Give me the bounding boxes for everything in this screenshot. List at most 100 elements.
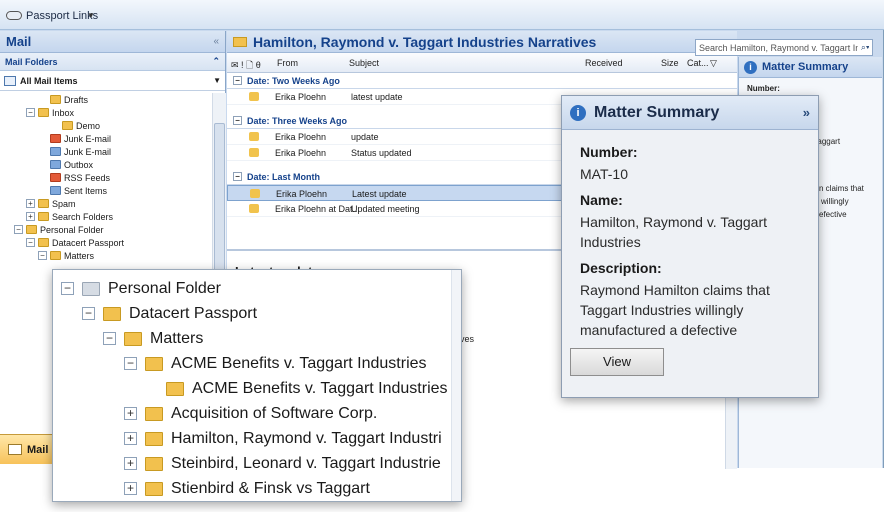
zoomed-folder-label: Steinbird, Leonard v. Taggart Industrie <box>171 454 441 472</box>
folder-label: Matters <box>64 250 95 261</box>
expand-toggle-icon[interactable]: − <box>38 251 47 260</box>
zoomed-folder-item[interactable]: + Hamilton, Raymond v. Taggart Industri <box>61 426 453 451</box>
folder-icon <box>145 356 163 371</box>
search-input[interactable]: Search Hamilton, Raymond v. Taggart Indu <box>699 43 858 53</box>
expand-toggle-icon[interactable]: − <box>124 357 137 370</box>
search-icon[interactable]: ⌕▾ <box>861 42 869 53</box>
expand-toggle-icon[interactable]: + <box>124 407 137 420</box>
zoomed-folder-label: Stienbird & Finsk vs Taggart <box>171 479 370 497</box>
zoomed-folder-label: Personal Folder <box>108 279 221 297</box>
folder-item[interactable]: Junk E-mail <box>0 132 212 145</box>
expand-toggle-icon[interactable]: + <box>124 457 137 470</box>
folder-icon <box>50 160 61 169</box>
folder-label: Spam <box>52 198 76 209</box>
folder-item[interactable]: − Personal Folder <box>0 223 212 236</box>
folder-title: Hamilton, Raymond v. Taggart Industries … <box>253 33 597 50</box>
zoomed-folder-item[interactable]: − Datacert Passport <box>61 301 453 326</box>
folder-icon <box>38 199 49 208</box>
column-size[interactable]: Size <box>661 58 679 68</box>
passport-links-button[interactable]: Passport Links <box>6 7 98 24</box>
chevron-down-icon[interactable]: ▼ <box>213 76 221 85</box>
zoomed-tree-list: − Personal Folder − Datacert Passport − Matte… <box>53 270 461 507</box>
zoomed-folder-label: Acquisition of Software Corp. <box>171 404 378 422</box>
mail-folders-label: Mail Folders <box>5 56 58 67</box>
folder-item[interactable]: − Inbox <box>0 106 212 119</box>
popup-body: Number: MAT-10 Name: Hamilton, Raymond v… <box>562 130 818 346</box>
message-icon <box>249 204 259 213</box>
importance-column-icon[interactable]: ✉ ! 🗋 θ <box>231 58 261 74</box>
folder-icon <box>50 134 61 143</box>
mail-folders-header[interactable]: Mail Folders ⌃ <box>0 53 225 71</box>
right-pane-title: Matter Summary <box>762 61 849 73</box>
scrollbar-thumb[interactable] <box>214 123 225 293</box>
toolbar-dropdown-icon[interactable]: ▼ <box>86 10 96 22</box>
zoomed-folder-item[interactable]: + Acquisition of Software Corp. <box>61 401 453 426</box>
zoomed-folder-item[interactable]: − ACME Benefits v. Taggart Industries <box>61 351 453 376</box>
column-received[interactable]: Received <box>585 58 623 68</box>
folder-item[interactable]: Drafts <box>0 93 212 106</box>
expand-icon[interactable]: » <box>803 105 810 120</box>
matter-summary-popup: i Matter Summary » Number: MAT-10 Name: … <box>561 95 819 398</box>
name-value: Hamilton, Raymond v. Taggart Industries <box>580 214 768 250</box>
column-headers: ✉ ! 🗋 θ From Subject Received Size Cat..… <box>227 53 737 73</box>
folder-icon <box>50 173 61 182</box>
folder-item[interactable]: + Spam <box>0 197 212 210</box>
zoomed-tree-scrollbar[interactable] <box>451 270 461 501</box>
folder-label: Search Folders <box>52 211 114 222</box>
group-toggle-icon[interactable]: − <box>233 76 242 85</box>
folder-icon <box>38 238 49 247</box>
folder-icon <box>62 121 73 130</box>
info-icon: i <box>570 104 586 121</box>
filter-icon[interactable]: ▽ <box>710 58 717 69</box>
folder-item[interactable]: − Matters <box>0 249 212 262</box>
folder-item[interactable]: Junk E-mail <box>0 145 212 158</box>
collapse-section-icon[interactable]: ⌃ <box>212 56 220 67</box>
column-from[interactable]: From <box>277 58 298 68</box>
column-subject[interactable]: Subject <box>349 58 379 68</box>
zoomed-folder-item[interactable]: + Steinbird, Leonard v. Taggart Industrie <box>61 451 453 476</box>
expand-toggle-icon[interactable]: − <box>14 225 23 234</box>
search-box[interactable]: Search Hamilton, Raymond v. Taggart Indu… <box>695 39 873 56</box>
date-group-header[interactable]: − Date: Two Weeks Ago <box>227 73 737 89</box>
folder-item[interactable]: RSS Feeds <box>0 171 212 184</box>
expand-toggle-icon[interactable]: − <box>26 108 35 117</box>
zoomed-folder-item[interactable]: ACME Benefits v. Taggart Industries <box>61 376 453 401</box>
folder-item[interactable]: Sent Items <box>0 184 212 197</box>
folder-item[interactable]: − Datacert Passport <box>0 236 212 249</box>
expand-toggle-icon[interactable]: + <box>26 212 35 221</box>
zoomed-folder-label: Hamilton, Raymond v. Taggart Industri <box>171 429 442 447</box>
group-toggle-icon[interactable]: − <box>233 116 242 125</box>
folder-icon <box>38 108 49 117</box>
folder-icon <box>26 225 37 234</box>
message-from: Erika Ploehn <box>275 132 327 142</box>
column-category[interactable]: Cat... <box>687 58 709 68</box>
expand-toggle-icon[interactable]: − <box>82 307 95 320</box>
view-button[interactable]: View <box>570 348 664 376</box>
folder-label: RSS Feeds <box>64 172 111 183</box>
folder-item[interactable]: + Search Folders <box>0 210 212 223</box>
expand-toggle-icon[interactable]: + <box>26 199 35 208</box>
all-mail-items-selector[interactable]: All Mail Items ▼ <box>0 71 225 91</box>
folder-label: Sent Items <box>64 185 108 196</box>
zoomed-folder-item[interactable]: − Matters <box>61 326 453 351</box>
expand-toggle-icon[interactable]: + <box>124 482 137 495</box>
expand-toggle-icon[interactable]: − <box>61 282 74 295</box>
number-value: MAT-10 <box>580 166 628 182</box>
folder-icon <box>124 331 142 346</box>
message-subject: Updated meeting <box>351 204 420 214</box>
expand-toggle-icon[interactable]: − <box>103 332 116 345</box>
mail-icon <box>4 75 16 86</box>
zoomed-folder-label: ACME Benefits v. Taggart Industries <box>192 379 448 397</box>
info-icon: i <box>744 60 757 74</box>
group-toggle-icon[interactable]: − <box>233 172 242 181</box>
folder-item[interactable]: Demo <box>0 119 212 132</box>
message-subject: Status updated <box>351 148 412 158</box>
message-from: Erika Ploehn <box>275 92 327 102</box>
zoomed-folder-item[interactable]: − Personal Folder <box>61 276 453 301</box>
expand-toggle-icon[interactable]: − <box>26 238 35 247</box>
folder-item[interactable]: Outbox <box>0 158 212 171</box>
expand-toggle-icon[interactable]: + <box>124 432 137 445</box>
collapse-nav-icon[interactable]: « <box>213 36 219 47</box>
folder-icon <box>145 456 163 471</box>
zoomed-folder-item[interactable]: + Stienbird & Finsk vs Taggart <box>61 476 453 501</box>
